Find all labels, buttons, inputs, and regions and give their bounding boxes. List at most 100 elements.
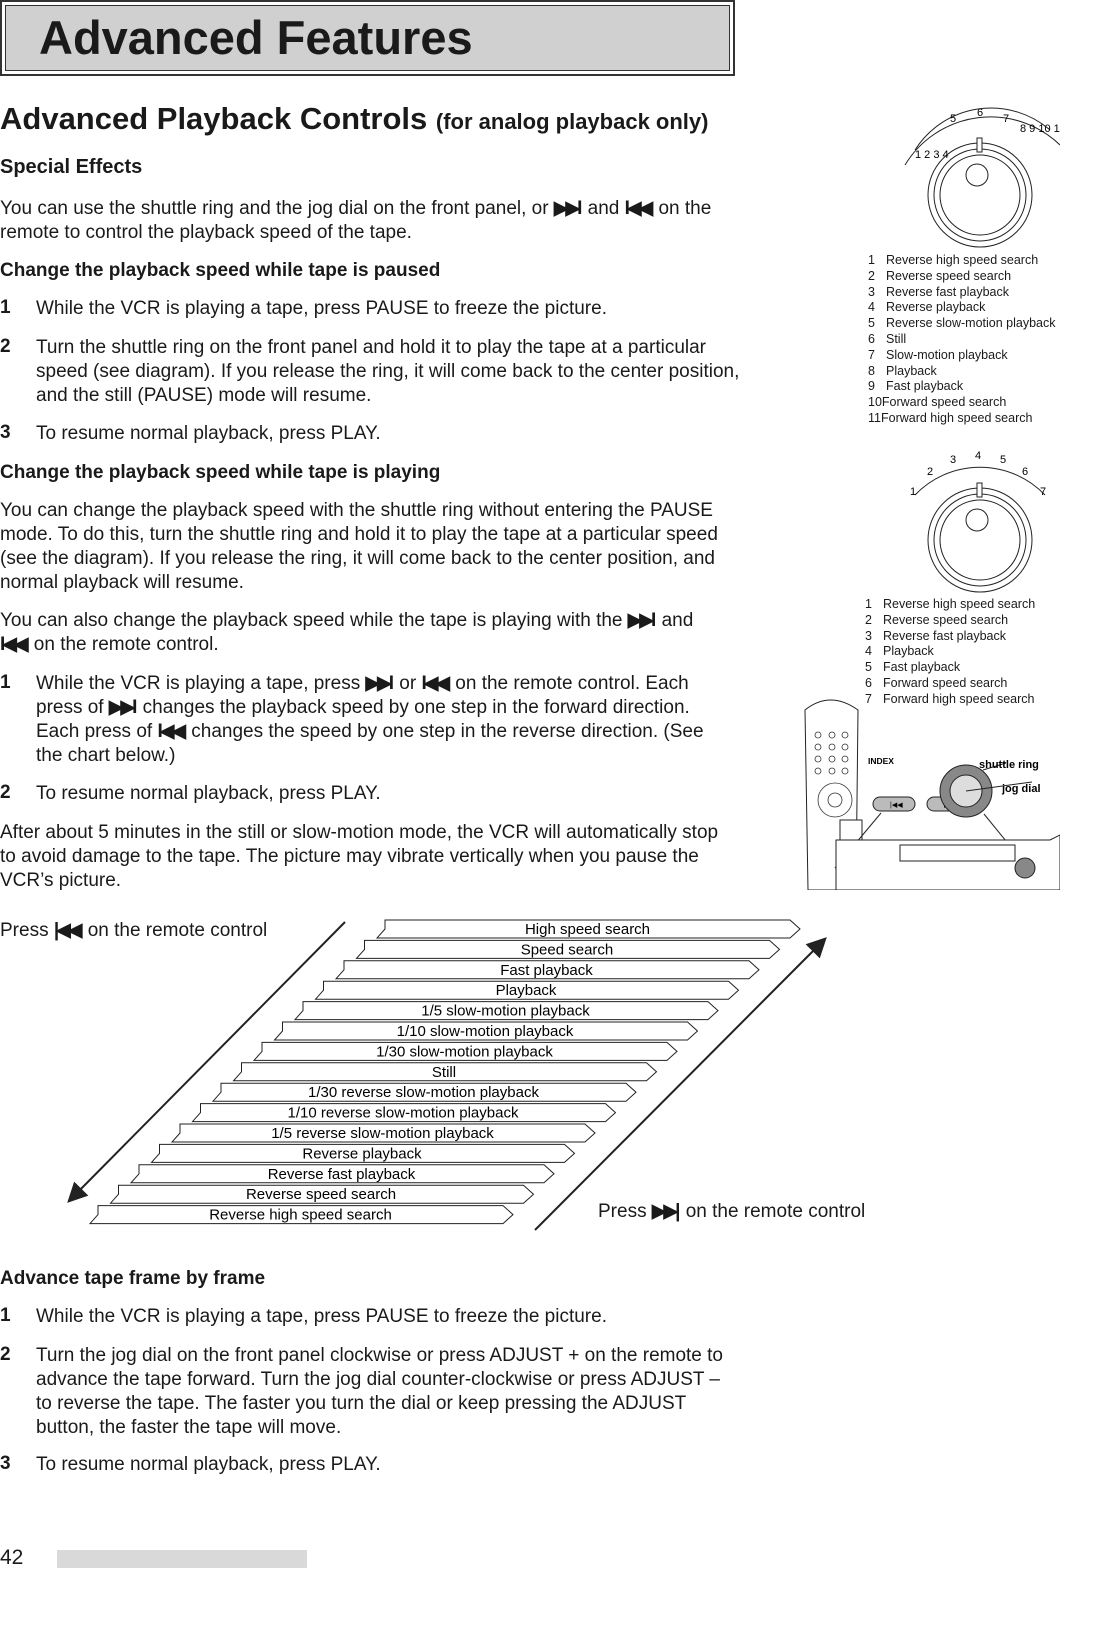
speed-step: Still [232,1062,658,1082]
legend-item: 1 Reverse high speed search [868,253,1056,269]
text: You can also change the playback speed w… [0,610,623,631]
svg-text:2: 2 [927,466,933,478]
legend-number: 4 [868,300,875,315]
step-text: To resume normal playback, press PLAY. [36,783,381,804]
playing-paragraph-3: After about 5 minutes in the still or sl… [0,822,719,891]
legend-item: 9 Fast playback [868,379,1056,395]
speed-step: Speed search [355,939,781,959]
legend-number: 1 [868,253,875,267]
svg-text:5: 5 [950,113,956,125]
speed-step-label: Still [432,1064,456,1081]
step-number: 1 [0,1305,11,1326]
playing-paragraph: You can change the playback speed with t… [0,500,718,593]
intro-b: and [587,198,620,219]
legend-label: Forward speed search [881,395,1007,410]
speed-step-label: Reverse fast playback [268,1166,416,1183]
step-number: 1 [0,297,11,318]
svg-text:8 9 10 11: 8 9 10 11 [1020,123,1060,135]
svg-text:6: 6 [977,107,983,119]
index-label: INDEX [868,756,894,766]
step-number: 3 [0,422,11,443]
step-number: 2 [0,336,11,357]
speed-step-label: 1/30 reverse slow-motion playback [308,1084,539,1101]
speed-step-label: 1/5 slow-motion playback [421,1003,590,1020]
legend-label: Reverse high speed search [883,597,1036,611]
legend-label: Reverse slow-motion playback [886,316,1056,331]
speed-step-label: Speed search [521,941,614,958]
svg-text:7: 7 [1040,486,1046,498]
text: or [399,673,417,694]
legend-number: 3 [865,628,872,643]
speed-step-label: Fast playback [500,962,593,979]
step-text: Turn the jog dial on the front panel clo… [36,1345,723,1438]
rewind-icon: I◀◀ [157,721,185,742]
legend-label: Reverse speed search [883,612,1009,627]
section-title: Advanced Playback Controls (for analog p… [0,101,708,137]
legend-item: 3 Reverse fast playback [868,285,1056,301]
svg-text:3: 3 [950,454,956,466]
step-text: While the VCR is playing a tape, press ▶… [36,672,716,768]
speed-step-label: Reverse high speed search [209,1207,392,1224]
speed-step-label: High speed search [525,921,650,938]
legend-number: 4 [865,644,872,659]
speed-step-chart: High speed search Speed search Fast playba… [67,919,827,1231]
legend-label: Reverse fast playback [886,284,1009,299]
speed-step: High speed search [375,919,801,939]
legend-label: Reverse high speed search [886,253,1039,267]
legend-number: 3 [868,284,875,299]
legend-number: 5 [868,316,875,331]
dial-1-legend: 1 Reverse high speed search 2 Reverse speed… [868,253,1056,427]
legend-label: Reverse playback [886,300,986,315]
legend-number: 11 [868,410,881,425]
svg-text:1: 1 [910,486,916,498]
frame-heading: Advance tape frame by frame [0,1268,266,1289]
legend-item: 4 Reverse playback [868,300,1056,316]
speed-step: Reverse speed search [109,1184,535,1204]
legend-label: Playback [883,644,934,659]
legend-number: 2 [868,268,875,283]
legend-label: Slow-motion playback [886,347,1008,362]
fast-forward-icon: ▶▶I [108,697,137,718]
step-text: Turn the shuttle ring on the front panel… [36,337,740,406]
step-number: 2 [0,782,11,803]
step-text: To resume normal playback, press PLAY. [36,1454,381,1475]
legend-item: 5 Reverse slow-motion playback [868,316,1056,332]
fast-forward-icon: ▶▶I [627,610,656,631]
playing-paragraph-2: You can also change the playback speed w… [0,609,710,657]
rewind-icon: I◀◀ [421,673,449,694]
legend-label: Still [886,331,907,346]
rewind-icon: I◀◀ [624,198,653,219]
speed-step: 1/30 reverse slow-motion playback [211,1082,637,1102]
intro-paragraph: You can use the shuttle ring and the jog… [0,197,740,245]
speed-step-label: Reverse playback [302,1145,422,1162]
section-title-note: (for analog playback only) [435,109,709,134]
legend-item: 6 Still [868,332,1056,348]
page-header: Advanced Features [0,0,735,76]
svg-text:1 2 3 4: 1 2 3 4 [915,149,949,161]
speed-step: Reverse fast playback [129,1164,555,1184]
page-number: 42 [0,1546,24,1569]
legend-item: 7 Slow-motion playback [868,348,1056,364]
fast-forward-icon: ▶▶I [553,198,582,219]
legend-number: 7 [868,347,875,362]
paused-heading: Change the playback speed while tape is … [0,260,441,281]
legend-label: Fast playback [883,660,961,675]
legend-item: 1 Reverse high speed search [865,597,1035,613]
speed-step: Fast playback [334,960,760,980]
speed-step-label: 1/10 reverse slow-motion playback [288,1105,519,1122]
intro-a: You can use the shuttle ring and the jog… [0,198,549,219]
section-title-text: Advanced Playback Controls [0,101,428,136]
step-number: 3 [0,1453,11,1474]
legend-number: 5 [865,660,872,675]
jog-dial-label: jog dial [1001,783,1041,795]
speed-step: 1/10 reverse slow-motion playback [191,1103,617,1123]
speed-step-label: 1/5 reverse slow-motion playback [271,1125,494,1142]
svg-text:4: 4 [975,450,981,462]
footer-bar [57,1550,307,1568]
legend-item: 8 Playback [868,364,1056,380]
legend-item: 2 Reverse speed search [865,613,1035,629]
fast-forward-icon: ▶▶I [365,673,394,694]
svg-text:|◀◀: |◀◀ [890,802,903,809]
legend-label: Playback [886,363,937,378]
legend-number: 6 [868,331,875,346]
